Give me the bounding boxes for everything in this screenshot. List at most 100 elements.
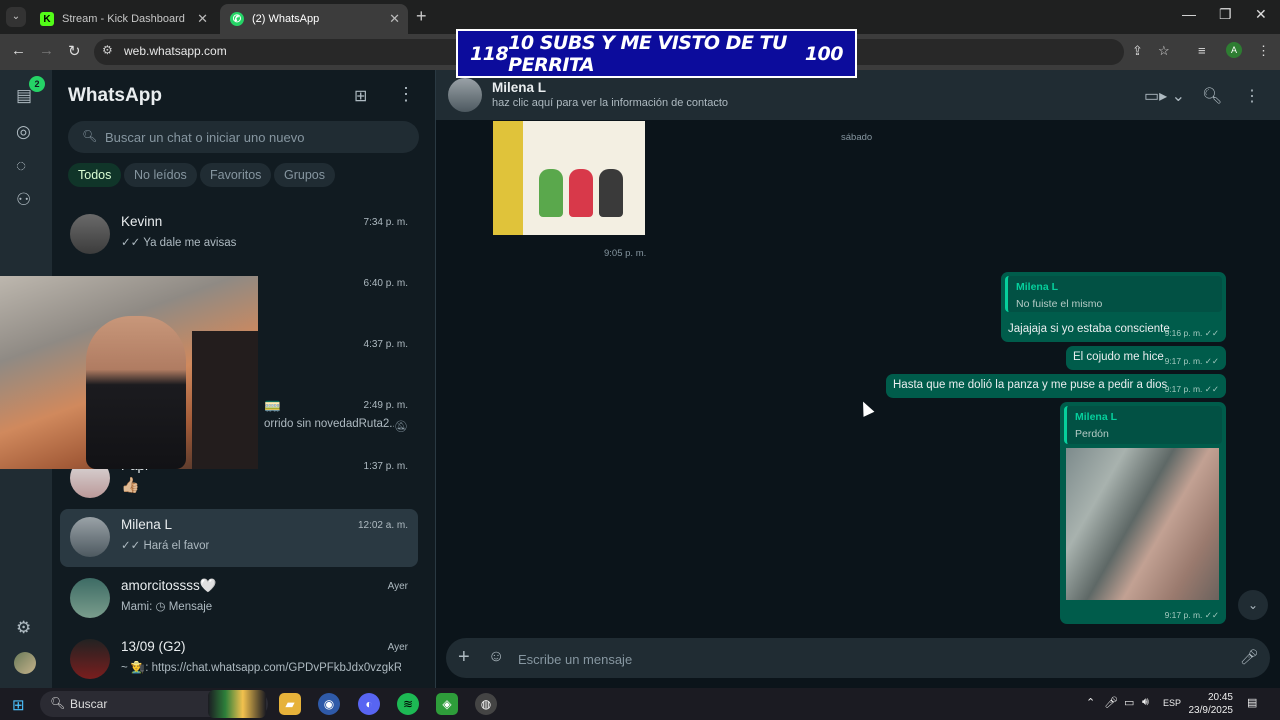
menu-icon[interactable]: ⋮: [397, 84, 415, 105]
banner-right-count: 100: [804, 42, 844, 65]
chat-list-item[interactable]: Kevinn ✓✓ Ya dale me avisas 7:34 p. m.: [60, 206, 418, 264]
avatar: [70, 578, 110, 618]
chat-name: 🚃: [264, 397, 281, 412]
file-explorer-icon[interactable]: ▰: [279, 693, 301, 715]
url-text[interactable]: web.whatsapp.com: [124, 44, 227, 58]
forward-icon[interactable]: →: [39, 42, 54, 59]
back-icon[interactable]: ←: [11, 42, 26, 59]
search-highlight-image: [208, 690, 266, 718]
quote-author: Milena L: [1016, 281, 1059, 293]
sticker-image[interactable]: [493, 121, 645, 235]
restore-icon[interactable]: ❐: [1219, 6, 1232, 23]
contact-avatar[interactable]: [448, 78, 482, 112]
windows-start-icon[interactable]: ⊞: [12, 696, 25, 714]
video-call-icon[interactable]: ▭▸ ⌄: [1144, 86, 1185, 106]
status-icon[interactable]: ◎: [16, 122, 31, 142]
sticker-figure: [569, 169, 593, 217]
chat-time: 7:34 p. m.: [363, 217, 408, 228]
discord-icon[interactable]: ◐: [358, 693, 380, 715]
sticker-icon[interactable]: ☺: [488, 648, 504, 666]
chat-name: amorcitossss🤍: [121, 578, 217, 593]
kick-icon: K: [40, 12, 54, 26]
spotify-icon[interactable]: ≋: [397, 693, 419, 715]
bookmark-star-icon[interactable]: ☆: [1158, 43, 1170, 59]
settings-icon[interactable]: ⚙: [16, 618, 31, 638]
chat-name: Kevinn: [121, 214, 163, 229]
volume-icon[interactable]: 🔊︎: [1142, 696, 1149, 709]
chrome-icon[interactable]: ◉: [318, 693, 340, 715]
chat-time: 1:37 p. m.: [363, 461, 408, 472]
tab-title: (2) WhatsApp: [252, 13, 320, 25]
message-bubble[interactable]: Hasta que me dolió la panza y me puse a …: [886, 374, 1226, 398]
chat-list-item-selected[interactable]: Milena L ✓✓ Hará el favor 12:02 a. m.: [60, 509, 418, 567]
avatar: [70, 214, 110, 254]
composer: + ☺ Escribe un mensaje 🎤︎: [436, 636, 1280, 688]
communities-icon[interactable]: ⚇: [16, 190, 31, 210]
clock-time[interactable]: 20:45: [1193, 692, 1233, 703]
new-chat-icon[interactable]: ⊞: [354, 86, 367, 106]
obs-icon[interactable]: ◍: [475, 693, 497, 715]
close-window-icon[interactable]: ✕: [1255, 6, 1267, 23]
profile-photo[interactable]: [14, 652, 36, 674]
search-icon: 🔍︎: [50, 696, 66, 710]
menu-icon[interactable]: ⋮: [1244, 86, 1260, 106]
language-indicator[interactable]: ESP: [1163, 698, 1181, 708]
quoted-message[interactable]: Milena L No fuiste el mismo: [1005, 276, 1222, 312]
microphone-tray-icon[interactable]: 🎤︎: [1104, 696, 1118, 709]
message-input[interactable]: Escribe un mensaje: [518, 652, 632, 667]
contact-info-hint[interactable]: haz clic aquí para ver la información de…: [492, 97, 728, 109]
browser-menu-icon[interactable]: ⋮: [1257, 43, 1270, 59]
tab-kick-dashboard[interactable]: K Stream - Kick Dashboard ✕: [30, 4, 216, 34]
chat-time: 2:49 p. m.: [363, 400, 408, 411]
microphone-icon[interactable]: 🎤︎: [1240, 648, 1259, 666]
filter-todos[interactable]: Todos: [68, 163, 122, 187]
message-bubble[interactable]: Milena L No fuiste el mismo Jajajaja si …: [1001, 272, 1226, 342]
scroll-down-button[interactable]: ⌄: [1238, 590, 1268, 620]
taskbar-search-text[interactable]: Buscar: [70, 697, 107, 711]
filter-no-leidos[interactable]: No leídos: [124, 163, 197, 187]
message-time: 9:17 p. m. ✓✓: [1164, 356, 1219, 366]
photo-attachment[interactable]: [1066, 448, 1219, 600]
search-icon[interactable]: 🔍︎: [1202, 86, 1222, 106]
sticker-figure: [599, 169, 623, 217]
media-control-icon[interactable]: ≡: [1198, 43, 1206, 58]
minimize-icon[interactable]: —: [1182, 6, 1196, 22]
tab-search-icon[interactable]: ⌄: [6, 7, 26, 27]
banner-goal-text: 10 SUBS Y ME VISTO DE TU PERRITA: [508, 31, 787, 76]
conversation-panel: Milena L haz clic aquí para ver la infor…: [436, 70, 1280, 688]
tray-overflow-icon[interactable]: ⌃: [1086, 696, 1095, 709]
chat-preview: ✓✓ Hará el favor: [121, 540, 210, 552]
close-tab-icon[interactable]: ✕: [389, 11, 400, 27]
search-input[interactable]: 🔍︎ Buscar un chat o iniciar uno nuevo: [68, 121, 419, 153]
contact-name[interactable]: Milena L: [492, 80, 546, 95]
chat-time: Ayer: [387, 642, 408, 653]
message-time: 9:17 p. m. ✓✓: [1164, 610, 1219, 620]
filter-favoritos[interactable]: Favoritos: [200, 163, 272, 187]
filter-grupos[interactable]: Grupos: [274, 163, 335, 187]
chat-list-item[interactable]: amorcitossss🤍 Mami: ◷ Mensaje Ayer: [60, 570, 418, 628]
chats-icon[interactable]: ▤: [16, 86, 32, 106]
tab-whatsapp[interactable]: ✆ (2) WhatsApp ✕: [220, 4, 408, 34]
app-icon[interactable]: ◈: [436, 693, 458, 715]
webcam-person: [86, 316, 186, 469]
clock-date[interactable]: 23/9/2025: [1183, 705, 1234, 716]
site-info-icon[interactable]: ⚙: [102, 43, 113, 57]
attach-icon[interactable]: +: [458, 646, 470, 669]
unread-badge: 2: [29, 76, 45, 92]
notifications-icon[interactable]: ▤: [1247, 696, 1257, 709]
chat-list-item[interactable]: 13/09 (G2) ~ 👨‍🌾: https://chat.whatsapp.…: [60, 631, 418, 689]
profile-avatar[interactable]: A: [1226, 42, 1242, 58]
install-app-icon[interactable]: ⇪: [1132, 43, 1143, 59]
channels-icon[interactable]: ◌: [16, 156, 26, 176]
chat-time: Ayer: [387, 581, 408, 592]
new-tab-button[interactable]: +: [416, 6, 427, 27]
day-separator: sábado: [841, 132, 873, 143]
close-tab-icon[interactable]: ✕: [197, 11, 208, 27]
avatar: [70, 517, 110, 557]
quote-text: Perdón: [1075, 428, 1109, 440]
message-bubble[interactable]: El cojudo me hice 9:17 p. m. ✓✓: [1066, 346, 1226, 370]
chat-name: 13/09 (G2): [121, 639, 186, 654]
quoted-message[interactable]: Milena L Perdón: [1064, 406, 1222, 444]
network-icon[interactable]: ▭: [1124, 696, 1134, 709]
reload-icon[interactable]: ↻: [68, 42, 81, 60]
